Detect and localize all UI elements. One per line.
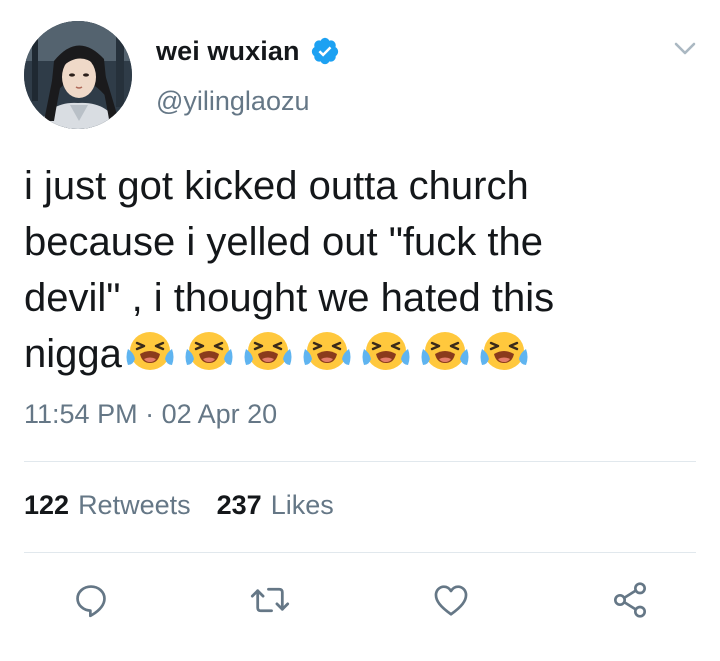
divider xyxy=(24,461,696,462)
divider xyxy=(24,552,696,553)
emoji-row xyxy=(124,327,537,373)
retweet-button[interactable] xyxy=(250,580,290,620)
reply-button[interactable] xyxy=(71,580,111,620)
tweet-text-line: devil" , i thought we hated this xyxy=(24,276,555,320)
likes-label: Likes xyxy=(270,490,334,520)
retweets-count: 122 xyxy=(24,490,70,520)
author-name-row[interactable]: wei wuxian xyxy=(156,34,340,68)
reply-icon xyxy=(76,585,106,618)
display-name[interactable]: wei wuxian xyxy=(156,36,300,67)
tweet-date: 02 Apr 20 xyxy=(161,399,278,429)
chevron-down-icon[interactable] xyxy=(668,34,702,64)
verified-badge-icon xyxy=(310,36,340,66)
loudly-crying-face-icon xyxy=(185,332,233,370)
timestamp-separator: · xyxy=(145,399,155,429)
share-button[interactable] xyxy=(610,580,650,620)
loudly-crying-face-icon xyxy=(421,332,469,370)
loudly-crying-face-icon xyxy=(126,332,174,370)
like-icon xyxy=(434,585,468,616)
loudly-crying-face-icon xyxy=(362,332,410,370)
share-icon xyxy=(614,582,646,618)
tweet-timestamp[interactable]: 11:54 PM · 02 Apr 20 xyxy=(24,399,277,430)
retweets-stat[interactable]: 122 Retweets xyxy=(24,490,191,521)
avatar[interactable] xyxy=(24,21,132,129)
loudly-crying-face-icon xyxy=(244,332,292,370)
tweet-text: i just got kicked outta church because i… xyxy=(24,158,694,382)
loudly-crying-face-icon xyxy=(303,332,351,370)
tweet-text-word: nigga xyxy=(24,332,122,376)
loudly-crying-face-icon xyxy=(480,332,528,370)
tweet-text-line: i just got kicked outta church xyxy=(24,164,529,208)
likes-count: 237 xyxy=(216,490,262,520)
like-button[interactable] xyxy=(431,580,471,620)
user-handle[interactable]: @yilinglaozu xyxy=(156,86,309,117)
likes-stat[interactable]: 237 Likes xyxy=(217,490,334,521)
tweet-text-line: because i yelled out "fuck the xyxy=(24,220,543,264)
tweet-text-line-last: nigga xyxy=(24,326,694,382)
tweet-stats: 122 Retweets 237 Likes xyxy=(24,490,360,521)
retweet-icon xyxy=(250,587,290,613)
retweets-label: Retweets xyxy=(78,490,191,520)
tweet-time: 11:54 PM xyxy=(24,399,138,429)
